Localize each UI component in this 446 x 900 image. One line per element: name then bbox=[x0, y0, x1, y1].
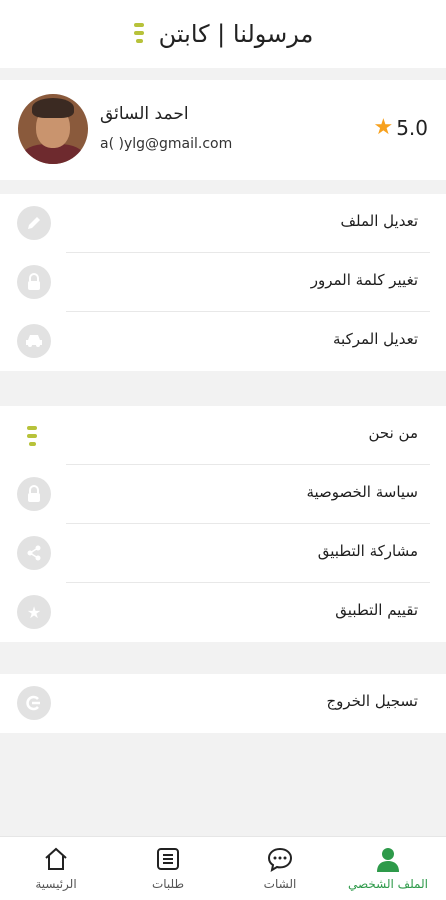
brand-logo-mark-icon bbox=[133, 21, 145, 47]
menu-item-label: تعديل المركبة bbox=[333, 330, 418, 348]
nav-home[interactable]: الرئيسية bbox=[16, 845, 96, 897]
menu-item-label: تسجيل الخروج bbox=[326, 692, 418, 710]
bottom-navigation: الرئيسية طلبات الشات الملف الشخصي bbox=[0, 836, 446, 900]
page-title: مرسولنا | كابتن bbox=[158, 20, 314, 48]
menu-item-change-password[interactable]: تغيير كلمة المرور bbox=[0, 253, 446, 312]
logout-icon bbox=[17, 686, 51, 720]
avatar[interactable] bbox=[18, 94, 88, 164]
menu-item-logout[interactable]: تسجيل الخروج bbox=[0, 674, 446, 733]
profile-email: a( )ylg@gmail.com bbox=[100, 136, 233, 152]
menu-item-label: مشاركة التطبيق bbox=[317, 542, 418, 560]
nav-chat[interactable]: الشات bbox=[240, 845, 320, 897]
brand-logo-mark-icon bbox=[26, 424, 38, 450]
menu-item-label: تعديل الملف bbox=[340, 212, 419, 230]
pencil-icon bbox=[17, 206, 51, 240]
menu-item-label: تغيير كلمة المرور bbox=[310, 271, 418, 289]
lock-icon bbox=[17, 477, 51, 511]
menu-item-label: من نحن bbox=[368, 424, 419, 442]
share-icon bbox=[17, 536, 51, 570]
nav-label: طلبات bbox=[151, 877, 185, 891]
rating-value: 5.0 bbox=[396, 116, 428, 140]
menu-item-label: تقييم التطبيق bbox=[335, 601, 418, 619]
chat-icon bbox=[240, 845, 320, 873]
logout-section: تسجيل الخروج bbox=[0, 674, 446, 733]
profile-icon bbox=[348, 845, 428, 873]
lock-icon bbox=[17, 265, 51, 299]
menu-item-edit-vehicle[interactable]: تعديل المركبة bbox=[0, 312, 446, 371]
list-icon bbox=[128, 845, 208, 873]
menu-item-privacy-policy[interactable]: سياسة الخصوصية bbox=[0, 465, 446, 524]
nav-profile[interactable]: الملف الشخصي bbox=[348, 845, 428, 897]
nav-label: الملف الشخصي bbox=[348, 877, 428, 891]
star-icon: ★ bbox=[373, 115, 394, 140]
profile-name: احمد السائق bbox=[100, 104, 189, 124]
nav-label: الرئيسية bbox=[35, 877, 77, 891]
car-icon bbox=[17, 324, 51, 358]
menu-item-rate-app[interactable]: ★ تقييم التطبيق bbox=[0, 583, 446, 642]
menu-item-about-us[interactable]: من نحن bbox=[0, 406, 446, 465]
star-icon: ★ bbox=[17, 595, 51, 629]
menu-item-share-app[interactable]: مشاركة التطبيق bbox=[0, 524, 446, 583]
rating-display: ★ 5.0 bbox=[373, 116, 428, 140]
account-settings-section: تعديل الملف تغيير كلمة المرور تعديل المر… bbox=[0, 194, 446, 371]
app-info-section: من نحن سياسة الخصوصية مشاركة التطبيق ★ ت… bbox=[0, 406, 446, 642]
home-icon bbox=[16, 845, 96, 873]
menu-item-edit-profile[interactable]: تعديل الملف bbox=[0, 194, 446, 253]
menu-item-label: سياسة الخصوصية bbox=[306, 483, 418, 501]
app-header: مرسولنا | كابتن bbox=[0, 0, 446, 68]
nav-orders[interactable]: طلبات bbox=[128, 845, 208, 897]
profile-card: احمد السائق a( )ylg@gmail.com ★ 5.0 bbox=[0, 80, 446, 180]
nav-label: الشات bbox=[263, 877, 297, 891]
